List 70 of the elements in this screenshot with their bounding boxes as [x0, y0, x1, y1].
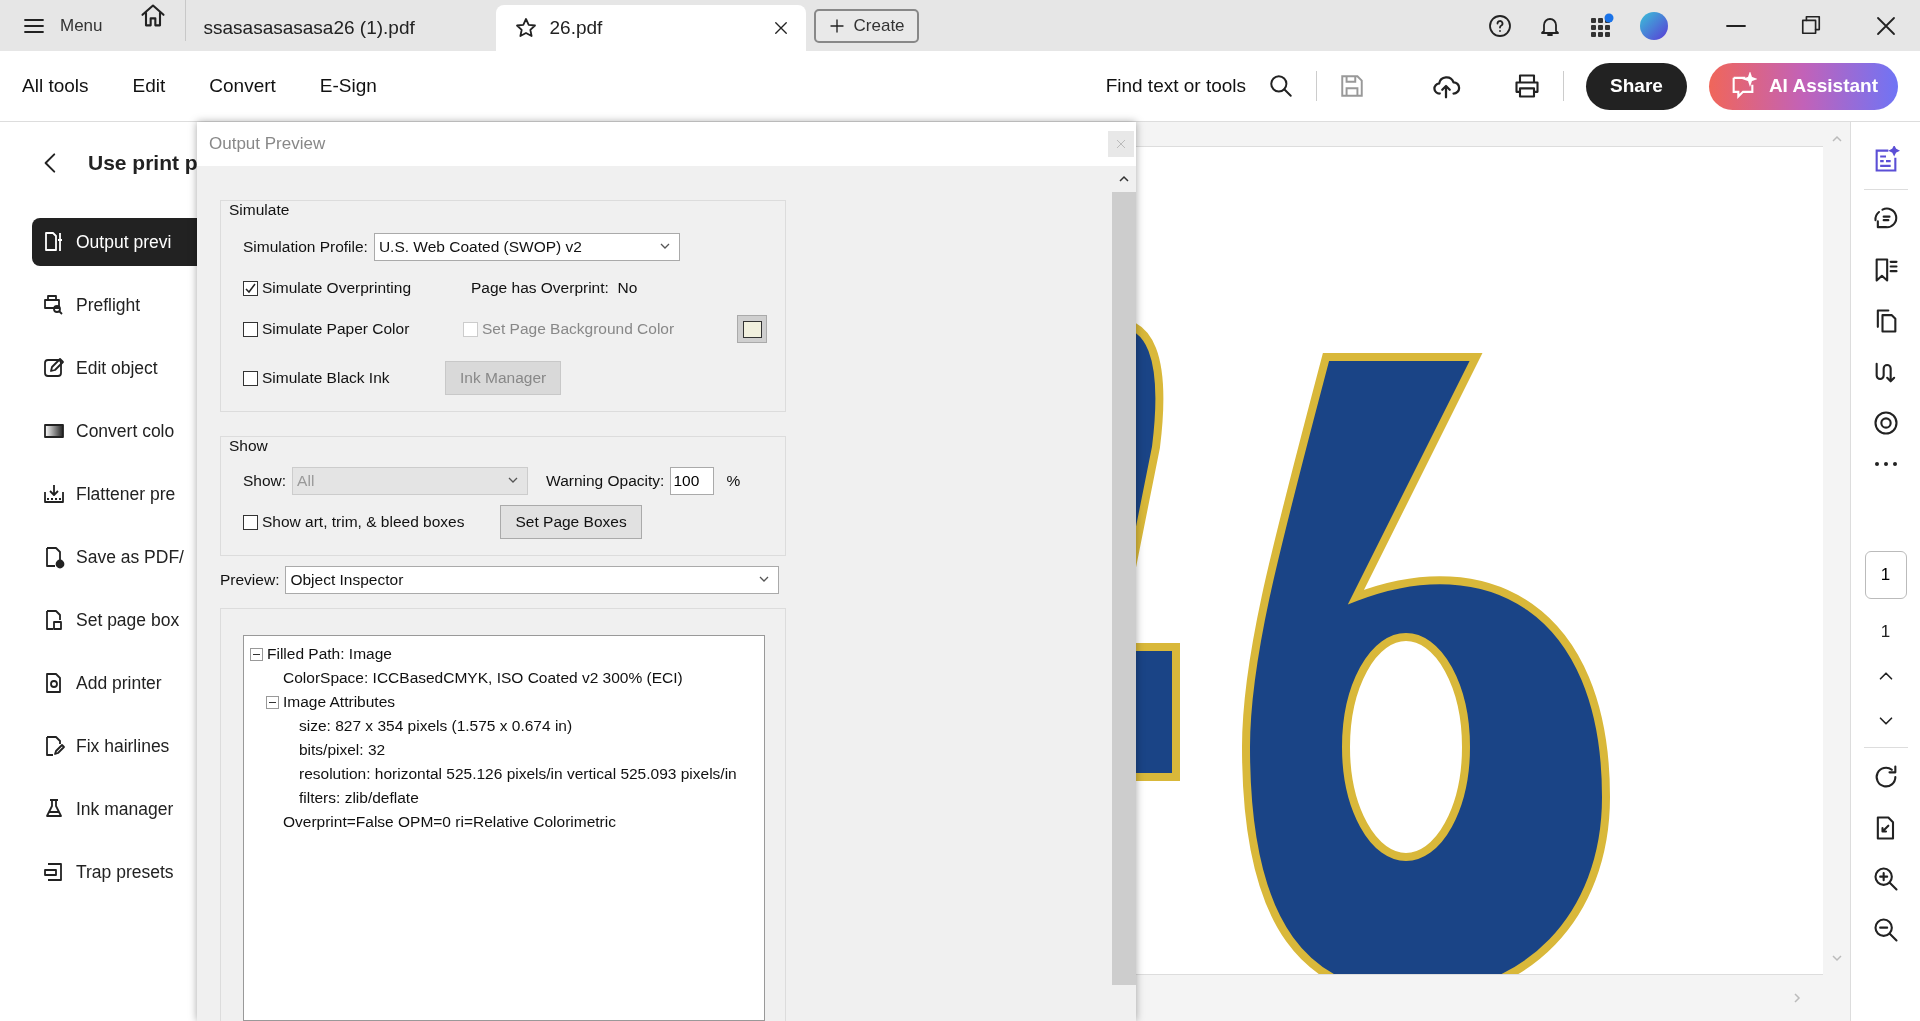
preview-dropdown[interactable]: Object Inspector: [285, 566, 780, 594]
toolbar-menu-item[interactable]: Edit: [132, 75, 166, 97]
tool-item[interactable]: Preflight: [32, 281, 197, 329]
profile-dropdown[interactable]: U.S. Web Coated (SWOP) v2: [373, 233, 680, 261]
tool-item[interactable]: Edit object: [32, 344, 197, 392]
opacity-field[interactable]: 100: [670, 467, 715, 495]
scrollbar-thumb[interactable]: [1112, 192, 1136, 985]
pencil-square-icon: [42, 356, 66, 380]
star-icon[interactable]: [513, 16, 538, 40]
printer-icon[interactable]: [1513, 72, 1542, 100]
collapse-icon[interactable]: [266, 695, 279, 709]
tray-download-icon: [42, 482, 66, 506]
color-swatch[interactable]: [737, 315, 767, 343]
panel-title: Use print p: [88, 151, 198, 175]
collapse-icon[interactable]: [250, 647, 263, 661]
page-number-field[interactable]: 1: [1864, 551, 1907, 599]
tree-item[interactable]: Filled Path: Image: [267, 645, 392, 663]
avatar-icon[interactable]: [1640, 11, 1668, 40]
field-label: Warning Opacity:: [546, 472, 665, 490]
more-icon[interactable]: [1872, 460, 1899, 468]
apps-icon[interactable]: [1588, 12, 1614, 39]
tree-item[interactable]: ColorSpace: ICCBasedCMYK, ISO Coated v2 300% (ECI): [283, 669, 683, 687]
tool-item[interactable]: Output previ: [32, 218, 197, 266]
check-icon: [244, 281, 257, 295]
save-icon[interactable]: [1339, 73, 1366, 99]
tree-item[interactable]: bits/pixel: 32: [299, 741, 386, 759]
toolbar-menu-item[interactable]: E-Sign: [319, 75, 377, 97]
target-icon[interactable]: [1871, 409, 1900, 437]
tool-item[interactable]: Trap presets: [32, 848, 197, 896]
create-button[interactable]: Create: [813, 8, 919, 43]
zoom-in-icon[interactable]: [1871, 865, 1900, 893]
tool-item[interactable]: Ink manager: [32, 785, 197, 833]
tree-item[interactable]: Overprint=False OPM=0 ri=Relative Colorimetric: [283, 813, 616, 831]
find-label[interactable]: Find text or tools: [1105, 75, 1247, 97]
document-tab[interactable]: ssasasasasasa26 (1).pdf: [185, 5, 496, 51]
field-label: Page has Overprint:: [471, 279, 609, 296]
plus-icon[interactable]: [827, 16, 846, 35]
tool-item[interactable]: Save as PDF/: [32, 533, 197, 581]
dialog-title: Output Preview: [209, 134, 326, 154]
help-icon[interactable]: [1488, 13, 1512, 38]
checkbox[interactable]: Simulate Overprinting: [243, 279, 445, 297]
close-icon: [1116, 139, 1126, 149]
toolbar-menu-item[interactable]: Convert: [209, 75, 276, 97]
checkbox[interactable]: Show art, trim, & bleed boxes: [243, 513, 465, 531]
tool-item[interactable]: Flattener pre: [32, 470, 197, 518]
unit-label: %: [726, 472, 741, 490]
tool-item[interactable]: Set page box: [32, 596, 197, 644]
tool-item[interactable]: Convert colo: [32, 407, 197, 455]
restore-icon[interactable]: [1800, 13, 1822, 36]
share-button[interactable]: Share: [1586, 62, 1687, 110]
field-label: Show:: [243, 472, 287, 490]
search-icon[interactable]: [1268, 73, 1295, 99]
page-count: 1: [1880, 622, 1891, 642]
toolbar-menu-item[interactable]: All tools: [22, 75, 89, 97]
tree-item[interactable]: filters: zlib/deflate: [299, 789, 419, 807]
checkbox[interactable]: Simulate Black Ink: [243, 369, 445, 387]
menu-button[interactable]: Menu: [0, 0, 125, 51]
set-page-boxes-button[interactable]: Set Page Boxes: [500, 505, 642, 539]
field-label: Simulation Profile:: [243, 238, 368, 256]
ai-assistant-button[interactable]: AI Assistant: [1708, 62, 1898, 110]
tree-item[interactable]: Image Attributes: [283, 693, 395, 711]
checkbox[interactable]: Simulate Paper Color: [243, 320, 445, 338]
tree-item[interactable]: resolution: horizontal 525.126 pixels/in vertical 525.093 pixels/in: [299, 765, 737, 783]
field-value: No: [617, 279, 638, 296]
tool-item[interactable]: Fix hairlines: [32, 722, 197, 770]
tree-item[interactable]: size: 827 x 354 pixels (1.575 x 0.674 in): [299, 717, 573, 735]
document-tab[interactable]: 26.pdf: [495, 5, 806, 51]
field-label: Preview:: [220, 571, 280, 589]
zoom-out-icon[interactable]: [1871, 916, 1900, 944]
tool-item[interactable]: Add printer: [32, 659, 197, 707]
